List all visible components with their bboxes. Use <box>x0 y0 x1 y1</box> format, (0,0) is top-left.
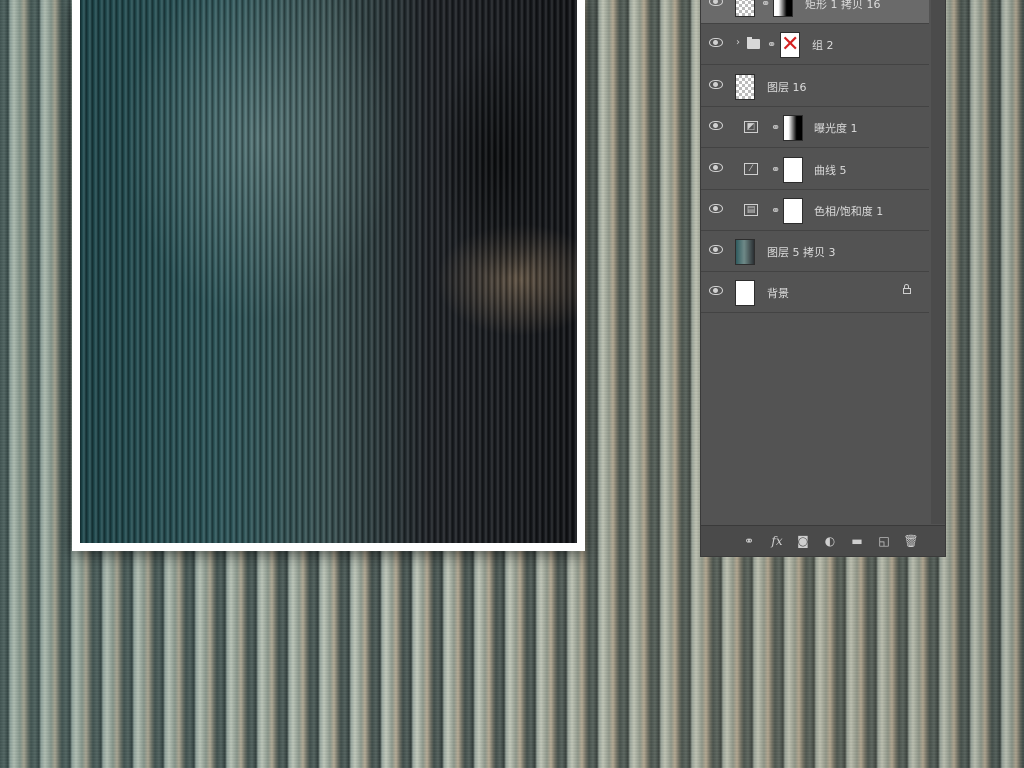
curves-icon: ⁄ <box>744 163 758 175</box>
visibility-eye-icon[interactable] <box>709 163 723 172</box>
visibility-eye-icon[interactable] <box>709 38 723 47</box>
layer-row-background[interactable]: 背景 <box>701 272 929 313</box>
panel-scrollbar[interactable] <box>931 0 945 524</box>
layer-name[interactable]: 组 2 <box>812 37 834 53</box>
hue-saturation-icon: ▤ <box>744 204 758 216</box>
layer-row-exposure-1[interactable]: ◩ ⚭ 曝光度 1 <box>701 107 929 148</box>
layer-mask-thumbnail[interactable] <box>783 115 803 141</box>
layer-thumbnail <box>735 74 755 100</box>
visibility-eye-icon[interactable] <box>709 80 723 89</box>
lock-icon[interactable] <box>903 284 911 294</box>
layer-row-layer-5-copy-3[interactable]: 图层 5 拷贝 3 <box>701 231 929 272</box>
layer-name[interactable]: 背景 <box>767 285 789 301</box>
adjustment-layer-icon[interactable]: ◐ <box>822 533 838 549</box>
delete-icon[interactable]: 🗑 <box>903 533 919 549</box>
layer-row-hue-saturation-1[interactable]: ▤ ⚭ 色相/饱和度 1 <box>701 190 929 231</box>
layer-name[interactable]: 曲线 5 <box>814 162 847 178</box>
visibility-eye-icon[interactable] <box>709 245 723 254</box>
layer-mask-thumbnail[interactable] <box>783 198 803 224</box>
visibility-eye-icon[interactable] <box>709 0 723 6</box>
visibility-eye-icon[interactable] <box>709 286 723 295</box>
group-mask-thumbnail[interactable]: ✕ <box>780 32 800 58</box>
layer-thumbnail <box>735 0 755 17</box>
layer-name[interactable]: 曝光度 1 <box>814 120 858 136</box>
poster-photo <box>80 0 577 543</box>
link-icon: ⚭ <box>771 121 781 134</box>
add-mask-icon[interactable]: ◙ <box>795 533 811 549</box>
layers-panel-footer: ⚭ fx ◙ ◐ ▬ ◱ 🗑 <box>701 525 945 556</box>
link-icon: ⚭ <box>761 0 771 10</box>
chevron-right-icon[interactable]: › <box>736 37 740 48</box>
layer-name[interactable]: 图层 5 拷贝 3 <box>767 244 836 260</box>
visibility-eye-icon[interactable] <box>709 204 723 213</box>
layer-mask-thumbnail[interactable] <box>783 157 803 183</box>
layer-name[interactable]: 图层 16 <box>767 79 807 95</box>
layer-thumbnail <box>735 280 755 306</box>
layer-row-curves-5[interactable]: ⁄ ⚭ 曲线 5 <box>701 149 929 190</box>
layer-name[interactable]: 矩形 1 拷贝 16 <box>805 0 881 12</box>
layer-row-group-2[interactable]: › ⚭ ✕ 组 2 <box>701 24 929 65</box>
layer-row-rect-copy-16[interactable]: ⚭ 矩形 1 拷贝 16 <box>701 0 929 24</box>
layer-mask-thumbnail[interactable] <box>773 0 793 17</box>
layer-name[interactable]: 色相/饱和度 1 <box>814 203 883 219</box>
link-icon: ⚭ <box>767 38 777 51</box>
poster-frame <box>72 0 585 551</box>
new-group-icon[interactable]: ▬ <box>849 533 865 549</box>
folder-icon <box>747 37 760 49</box>
link-icon: ⚭ <box>771 163 781 176</box>
new-layer-icon[interactable]: ◱ <box>876 533 892 549</box>
layer-thumbnail <box>735 239 755 265</box>
link-icon: ⚭ <box>771 204 781 217</box>
layers-panel: ⚭ 矩形 1 拷贝 16 › ⚭ ✕ 组 2 图层 16 ◩ ⚭ 曝光度 1 ⁄… <box>700 0 946 557</box>
fx-icon[interactable]: fx <box>769 533 785 549</box>
visibility-eye-icon[interactable] <box>709 121 723 130</box>
exposure-icon: ◩ <box>744 121 758 133</box>
layer-row-layer-16[interactable]: 图层 16 <box>701 66 929 107</box>
link-layers-icon[interactable]: ⚭ <box>741 533 757 549</box>
